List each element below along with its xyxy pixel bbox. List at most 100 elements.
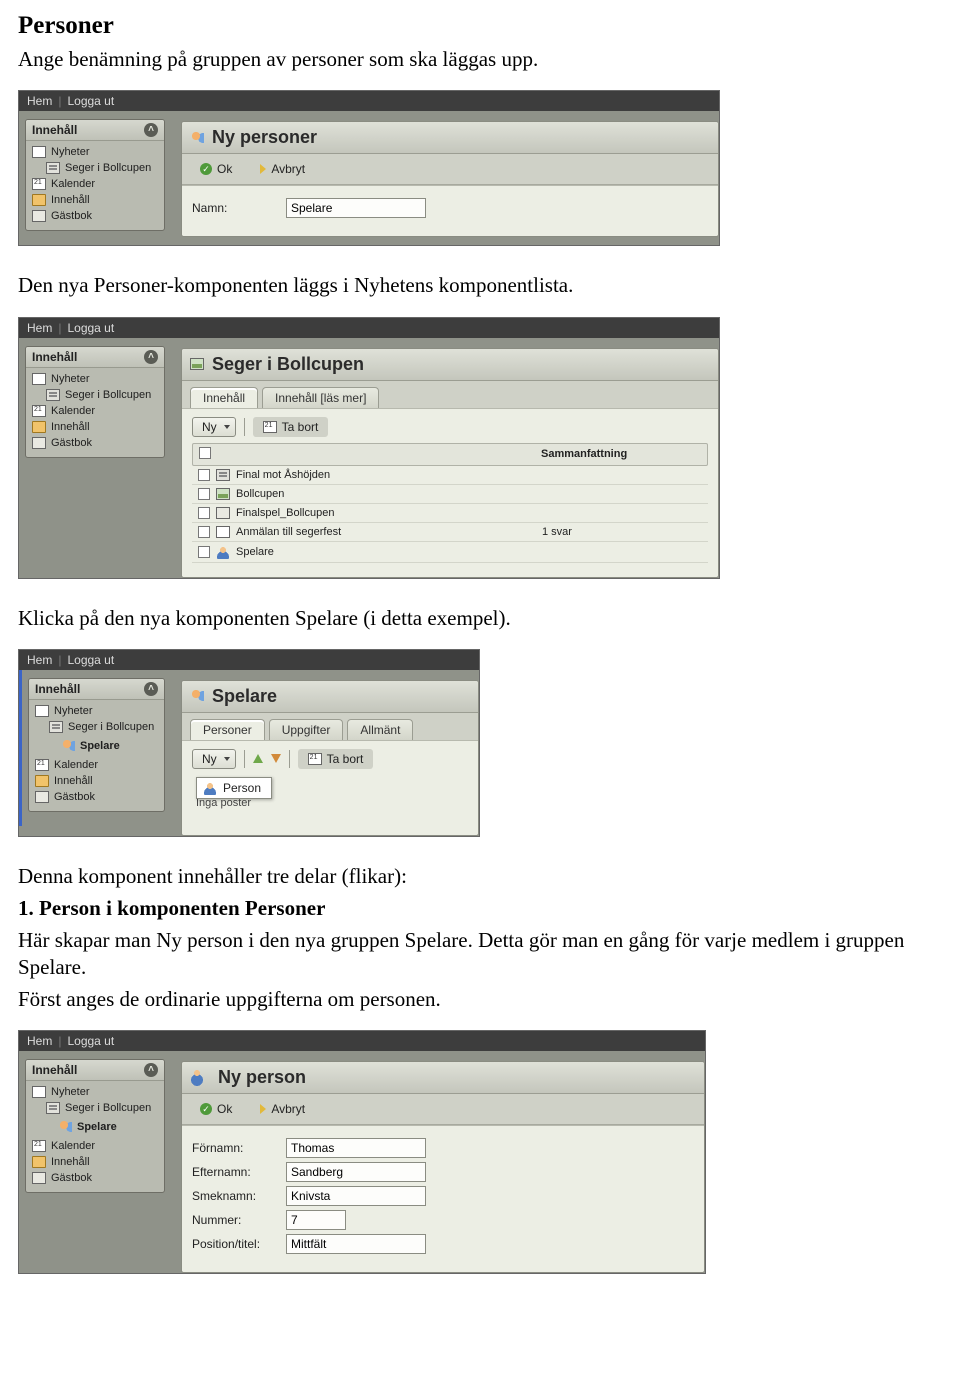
sidebar-item-label: Gästbok	[51, 210, 92, 222]
sidebar-item[interactable]: Gästbok	[30, 208, 160, 224]
move-down-icon[interactable]	[271, 754, 281, 763]
input-efternamn[interactable]	[286, 1162, 426, 1182]
sidebar-head[interactable]: Innehåll ˄	[26, 347, 164, 368]
sidebar-item[interactable]: Gästbok	[33, 789, 160, 805]
cancel-button[interactable]: Avbryt	[250, 1099, 315, 1119]
topbar-logout[interactable]: Logga ut	[67, 321, 114, 335]
sidebar-item[interactable]: Gästbok	[30, 1170, 160, 1186]
sidebar-item[interactable]: Spelare	[33, 735, 160, 757]
sidebar-item-label: Seger i Bollcupen	[68, 721, 154, 733]
collapse-icon[interactable]: ˄	[144, 350, 158, 364]
topbar-home[interactable]: Hem	[27, 653, 52, 667]
note-icon	[32, 437, 46, 449]
sidebar-item[interactable]: Seger i Bollcupen	[30, 1100, 160, 1116]
cal-icon	[32, 405, 46, 417]
ny-dropdown[interactable]: Ny	[192, 417, 236, 437]
cancel-label: Avbryt	[271, 162, 305, 176]
sidebar-head[interactable]: Innehåll ˄	[26, 120, 164, 141]
sidebar-item[interactable]: Kalender	[30, 176, 160, 192]
sidebar-item[interactable]: Innehåll	[30, 192, 160, 208]
row-checkbox[interactable]	[198, 469, 210, 481]
sidebar-title: Innehåll	[32, 1063, 77, 1077]
sidebar-item[interactable]: Seger i Bollcupen	[30, 160, 160, 176]
topbar-home[interactable]: Hem	[27, 94, 52, 108]
ny-menu-item-person[interactable]: Person	[196, 777, 272, 799]
tabort-button[interactable]: Ta bort	[298, 749, 374, 769]
ok-button[interactable]: ✓ Ok	[190, 1099, 242, 1119]
people-icon	[61, 737, 75, 755]
people-icon	[190, 687, 204, 705]
ok-button[interactable]: ✓ Ok	[190, 159, 242, 179]
row-checkbox[interactable]	[198, 526, 210, 538]
row-checkbox[interactable]	[198, 507, 210, 519]
collapse-icon[interactable]: ˄	[144, 1063, 158, 1077]
sidebar-item[interactable]: Kalender	[30, 403, 160, 419]
tab-personer[interactable]: Personer	[190, 719, 265, 740]
doc-heading: Personer	[18, 12, 942, 40]
note-icon	[32, 1172, 46, 1184]
person-icon	[190, 1068, 210, 1088]
note-icon	[35, 791, 49, 803]
sidebar-item[interactable]: Nyheter	[30, 144, 160, 160]
sidebar-item[interactable]: Innehåll	[33, 773, 160, 789]
topbar-logout[interactable]: Logga ut	[67, 653, 114, 667]
sidebar-item-label: Spelare	[80, 740, 120, 752]
input-position[interactable]	[286, 1234, 426, 1254]
form-icon	[216, 526, 230, 538]
topbar-logout[interactable]: Logga ut	[67, 1034, 114, 1048]
list-item[interactable]: Final mot Åshöjden	[192, 466, 708, 485]
topbar-home[interactable]: Hem	[27, 321, 52, 335]
sidebar-item[interactable]: Nyheter	[33, 703, 160, 719]
list-item[interactable]: Bollcupen	[192, 485, 708, 504]
doc-icon	[46, 1102, 60, 1114]
sidebar-item-label: Kalender	[51, 1140, 95, 1152]
collapse-icon[interactable]: ˄	[144, 123, 158, 137]
sidebar-item[interactable]: Seger i Bollcupen	[33, 719, 160, 735]
col-sammanfattning: Sammanfattning	[541, 448, 701, 460]
input-nummer[interactable]	[286, 1210, 346, 1230]
sidebar-item[interactable]: Nyheter	[30, 371, 160, 387]
sidebar-item[interactable]: Nyheter	[30, 1084, 160, 1100]
tab-uppgifter[interactable]: Uppgifter	[269, 719, 344, 740]
sidebar-item[interactable]: Spelare	[30, 1116, 160, 1138]
panel-title: Ny personer	[212, 127, 317, 148]
sidebar-item[interactable]: Kalender	[30, 1138, 160, 1154]
sidebar-item[interactable]: Kalender	[33, 757, 160, 773]
tab-innehall-lasmer[interactable]: Innehåll [läs mer]	[262, 387, 379, 408]
tab-allmant[interactable]: Allmänt	[347, 719, 413, 740]
tabort-label: Ta bort	[282, 420, 319, 434]
collapse-icon[interactable]: ˄	[144, 682, 158, 696]
cal-icon	[32, 178, 46, 190]
row-checkbox[interactable]	[198, 546, 210, 558]
list-item[interactable]: Spelare	[192, 542, 708, 563]
sidebar-item[interactable]: Innehåll	[30, 419, 160, 435]
topbar-logout[interactable]: Logga ut	[67, 94, 114, 108]
ny-dropdown[interactable]: Ny	[192, 749, 236, 769]
sidebar-head[interactable]: Innehåll ˄	[26, 1060, 164, 1081]
move-up-icon[interactable]	[253, 754, 263, 763]
sidebar-item[interactable]: Innehåll	[30, 1154, 160, 1170]
sidebar-item-label: Kalender	[51, 405, 95, 417]
input-fornamn[interactable]	[286, 1138, 426, 1158]
doc-p2: Den nya Personer-komponenten läggs i Nyh…	[18, 272, 942, 298]
sidebar-head[interactable]: Innehåll ˄	[29, 679, 164, 700]
doc-p5b: Först anges de ordinarie uppgifterna om …	[18, 986, 942, 1012]
cancel-button[interactable]: Avbryt	[250, 159, 315, 179]
row-summary: 1 svar	[542, 526, 702, 538]
sidebar-item[interactable]: Seger i Bollcupen	[30, 387, 160, 403]
input-smeknamn[interactable]	[286, 1186, 426, 1206]
tab-innehall[interactable]: Innehåll	[190, 387, 258, 408]
sidebar-item-label: Gästbok	[51, 437, 92, 449]
person-icon	[203, 781, 217, 795]
name-label: Namn:	[192, 201, 278, 215]
doc-p3: Klicka på den nya komponenten Spelare (i…	[18, 605, 942, 631]
list-item[interactable]: Anmälan till segerfest1 svar	[192, 523, 708, 542]
topbar-home[interactable]: Hem	[27, 1034, 52, 1048]
tabort-button[interactable]: Ta bort	[253, 417, 329, 437]
sidebar-list: NyheterSeger i BollcupenKalenderInnehåll…	[26, 141, 164, 230]
list-item[interactable]: Finalspel_Bollcupen	[192, 504, 708, 523]
sidebar-item[interactable]: Gästbok	[30, 435, 160, 451]
name-input[interactable]	[286, 198, 426, 218]
row-checkbox[interactable]	[198, 488, 210, 500]
cancel-icon	[260, 1104, 266, 1114]
